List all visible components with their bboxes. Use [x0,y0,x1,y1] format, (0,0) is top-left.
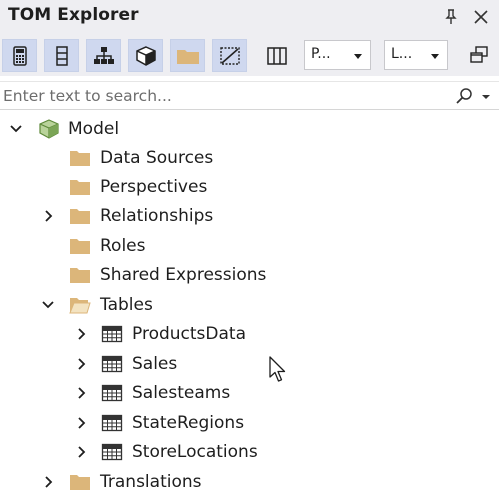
chevron-down-icon [354,54,362,59]
tree-node-data-sources[interactable]: Data Sources [0,144,499,173]
tree-node-table[interactable]: Sales [0,350,499,379]
tree-node-table[interactable]: StateRegions [0,409,499,438]
chevron-down-icon[interactable] [39,296,57,314]
chevron-down-icon[interactable] [7,120,25,138]
tree-node-translations[interactable]: Translations [0,468,499,497]
tree-node-label: Sales [132,354,178,374]
tree-node-model[interactable]: Model [0,115,499,144]
language-select-value: L... [391,46,413,62]
folder-icon [70,239,90,254]
window-options-button[interactable] [464,40,494,70]
search-bar [0,81,499,110]
calculator-button[interactable] [2,39,37,72]
table-icon [101,414,123,432]
perspective-button[interactable] [128,39,163,72]
tree-node-label: StateRegions [132,413,245,433]
search-icon[interactable] [451,86,493,107]
folder-icon [176,49,199,64]
tree-node-shared-expressions[interactable]: Shared Expressions [0,261,499,290]
tree-node-label: Roles [100,236,146,256]
close-icon[interactable] [471,7,491,27]
chevron-right-icon[interactable] [73,325,91,343]
tree-node-label: StoreLocations [132,442,258,462]
display-folders-button[interactable] [170,39,205,72]
table-icon [101,355,123,373]
calculator-icon [12,45,27,66]
window-title: TOM Explorer [8,5,139,25]
tree-node-label: Perspectives [100,177,208,197]
chevron-right-icon[interactable] [73,384,91,402]
title-bar: TOM Explorer [0,0,499,34]
tree-node-label: Model [68,119,120,139]
table-columns-button[interactable] [44,39,79,72]
chevron-right-icon[interactable] [40,473,58,491]
folder-icon [70,268,90,283]
toolbar: P... L... [0,34,499,76]
search-input[interactable] [3,85,443,107]
tree-node-tables[interactable]: Tables [0,291,499,320]
tree-node-table[interactable]: StoreLocations [0,438,499,467]
tree-node-table[interactable]: Salesteams [0,379,499,408]
language-select[interactable]: L... [384,40,448,70]
mouse-cursor-icon [269,356,286,382]
hidden-object-icon [219,46,240,65]
tree-node-table[interactable]: ProductsData [0,320,499,349]
hidden-objects-button[interactable] [212,39,247,72]
tree-node-relationships[interactable]: Relationships [0,202,499,231]
cube-icon [135,45,156,66]
tree-node-perspectives[interactable]: Perspectives [0,173,499,202]
folder-icon [70,151,90,166]
perspective-select-value: P... [311,46,331,62]
hierarchy-button[interactable] [86,39,121,72]
columns-view-button[interactable] [259,39,294,72]
chevron-down-icon [431,54,439,59]
model-cube-icon [39,119,59,139]
restore-windows-icon [470,46,488,63]
chevron-right-icon[interactable] [40,207,58,225]
tom-tree: Model Data Sources Perspectives Relation… [0,112,499,498]
tree-node-label: Relationships [100,206,214,226]
open-folder-icon [69,298,91,314]
tree-node-label: Data Sources [100,148,214,168]
folder-icon [70,209,90,224]
tree-node-label: Tables [100,295,153,315]
table-icon [101,443,123,461]
tree-node-label: Shared Expressions [100,265,267,285]
hierarchy-icon [93,46,114,64]
columns-icon [266,46,287,65]
table-icon [101,384,123,402]
chevron-right-icon[interactable] [73,414,91,432]
perspective-select[interactable]: P... [304,40,371,70]
table-icon [101,325,123,343]
tree-node-label: Translations [100,472,202,492]
tree-node-label: ProductsData [132,324,246,344]
chevron-right-icon[interactable] [73,355,91,373]
tree-node-label: Salesteams [132,383,231,403]
pin-icon[interactable] [441,7,461,27]
folder-icon [70,475,90,490]
chevron-right-icon[interactable] [73,443,91,461]
folder-icon [70,180,90,195]
tree-node-roles[interactable]: Roles [0,232,499,261]
column-list-icon [55,45,68,66]
